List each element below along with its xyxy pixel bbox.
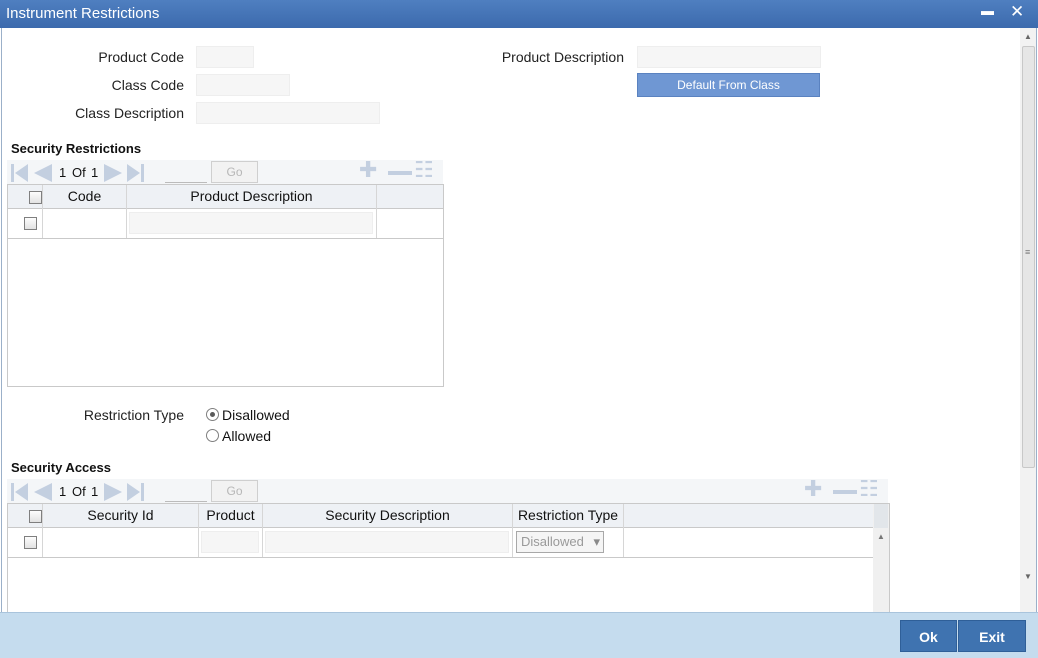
delete-row-icon[interactable] [833, 490, 857, 494]
grid-header: Code Product Description [8, 185, 443, 209]
total-pages: 1 [91, 165, 99, 180]
grip-icon: ≡ [1025, 247, 1031, 257]
page-number-input[interactable] [165, 163, 207, 183]
product-description-label: Product Description [501, 49, 624, 65]
table-row [8, 209, 443, 239]
security-access-title: Security Access [11, 460, 111, 475]
security-description-field[interactable] [265, 531, 509, 553]
disallowed-radio[interactable] [206, 408, 219, 421]
row-select-cell [8, 209, 43, 238]
main-scrollbar[interactable]: ▲ ≡ ▼ [1020, 28, 1036, 612]
allowed-radio[interactable] [206, 429, 219, 442]
scroll-up-icon[interactable]: ▲ [877, 532, 885, 541]
disallowed-label[interactable]: Disallowed [222, 407, 290, 423]
single-view-icon[interactable]: ☷ [859, 476, 879, 502]
column-header-security-id[interactable]: Security Id [43, 504, 199, 528]
total-pages: 1 [91, 484, 99, 499]
first-page-icon[interactable] [15, 483, 28, 501]
select-all-checkbox[interactable] [29, 191, 42, 204]
product-field[interactable] [201, 531, 259, 553]
of-label: Of [72, 165, 86, 180]
class-description-label: Class Description [75, 105, 184, 121]
scroll-up-icon[interactable]: ▲ [1024, 32, 1032, 41]
first-page-icon[interactable] [15, 164, 28, 182]
product-code-field[interactable] [196, 46, 254, 68]
single-view-icon[interactable]: ☷ [414, 157, 434, 183]
column-header-restriction-type[interactable]: Restriction Type [513, 504, 624, 528]
column-header-code[interactable]: Code [43, 185, 127, 209]
window-titlebar: Instrument Restrictions ▬ ✕ [0, 0, 1038, 28]
product-cell [199, 528, 263, 557]
grid-scrollbar-top [874, 504, 888, 528]
restriction-type-select[interactable]: Disallowed ▾ [516, 531, 604, 553]
scrollbar-thumb[interactable]: ≡ [1022, 46, 1035, 468]
grid-scrollbar[interactable]: ▲ [873, 504, 889, 612]
class-code-field[interactable] [196, 74, 290, 96]
security-restrictions-title: Security Restrictions [11, 141, 142, 156]
column-header-product-description[interactable]: Product Description [127, 185, 377, 209]
security-restrictions-grid: Code Product Description [7, 184, 444, 387]
product-code-label: Product Code [98, 49, 184, 65]
table-row: Disallowed ▾ [8, 528, 873, 558]
previous-page-icon[interactable] [34, 164, 52, 182]
product-description-field[interactable] [129, 212, 373, 234]
grid-header: Security Id Product Security Description… [8, 504, 873, 528]
exit-button[interactable]: Exit [958, 620, 1026, 652]
restriction-type-label: Restriction Type [83, 407, 184, 423]
row-checkbox[interactable] [24, 536, 37, 549]
restriction-type-cell: Disallowed ▾ [513, 528, 624, 557]
select-all-checkbox[interactable] [29, 510, 42, 523]
ok-button[interactable]: Ok [900, 620, 957, 652]
last-page-bar [141, 483, 144, 501]
default-from-class-button[interactable]: Default From Class [637, 73, 820, 97]
current-page: 1 [59, 165, 67, 180]
column-header-security-description[interactable]: Security Description [263, 504, 513, 528]
security-id-cell[interactable] [43, 528, 199, 557]
scroll-down-icon[interactable]: ▼ [1024, 572, 1032, 581]
security-description-cell [263, 528, 513, 557]
first-page-bar [11, 483, 14, 501]
security-restrictions-nav: 1 Of 1 Go ✚ ☷ [7, 157, 443, 186]
go-button[interactable]: Go [211, 480, 258, 502]
column-header-product[interactable]: Product [199, 504, 263, 528]
allowed-label[interactable]: Allowed [222, 428, 271, 444]
product-description-cell [127, 209, 377, 238]
last-page-bar [141, 164, 144, 182]
add-row-icon[interactable]: ✚ [359, 157, 377, 183]
delete-row-icon[interactable] [388, 171, 412, 175]
last-page-icon[interactable] [127, 164, 140, 182]
class-code-label: Class Code [111, 77, 184, 93]
product-description-field[interactable] [637, 46, 821, 68]
of-label: Of [72, 484, 86, 499]
page-number-input[interactable] [165, 482, 207, 502]
last-page-icon[interactable] [127, 483, 140, 501]
security-access-grid: Security Id Product Security Description… [7, 503, 890, 612]
add-row-icon[interactable]: ✚ [804, 476, 822, 502]
class-description-field[interactable] [196, 102, 380, 124]
next-page-icon[interactable] [104, 483, 122, 501]
next-page-icon[interactable] [104, 164, 122, 182]
footer-bar: Ok Exit [0, 612, 1038, 658]
select-all-cell [8, 504, 43, 528]
minimize-icon[interactable]: ▬ [981, 3, 994, 18]
security-access-nav: 1 Of 1 Go ✚ ☷ [7, 476, 888, 505]
first-page-bar [11, 164, 14, 182]
current-page: 1 [59, 484, 67, 499]
chevron-down-icon: ▾ [593, 534, 600, 549]
close-icon[interactable]: ✕ [1010, 2, 1024, 22]
go-button[interactable]: Go [211, 161, 258, 183]
window-title: Instrument Restrictions [6, 5, 160, 22]
code-cell[interactable] [43, 209, 127, 238]
previous-page-icon[interactable] [34, 483, 52, 501]
row-checkbox[interactable] [24, 217, 37, 230]
row-select-cell [8, 528, 43, 557]
select-all-cell [8, 185, 43, 209]
form-content: Product Code Class Code Class Descriptio… [1, 28, 1037, 612]
